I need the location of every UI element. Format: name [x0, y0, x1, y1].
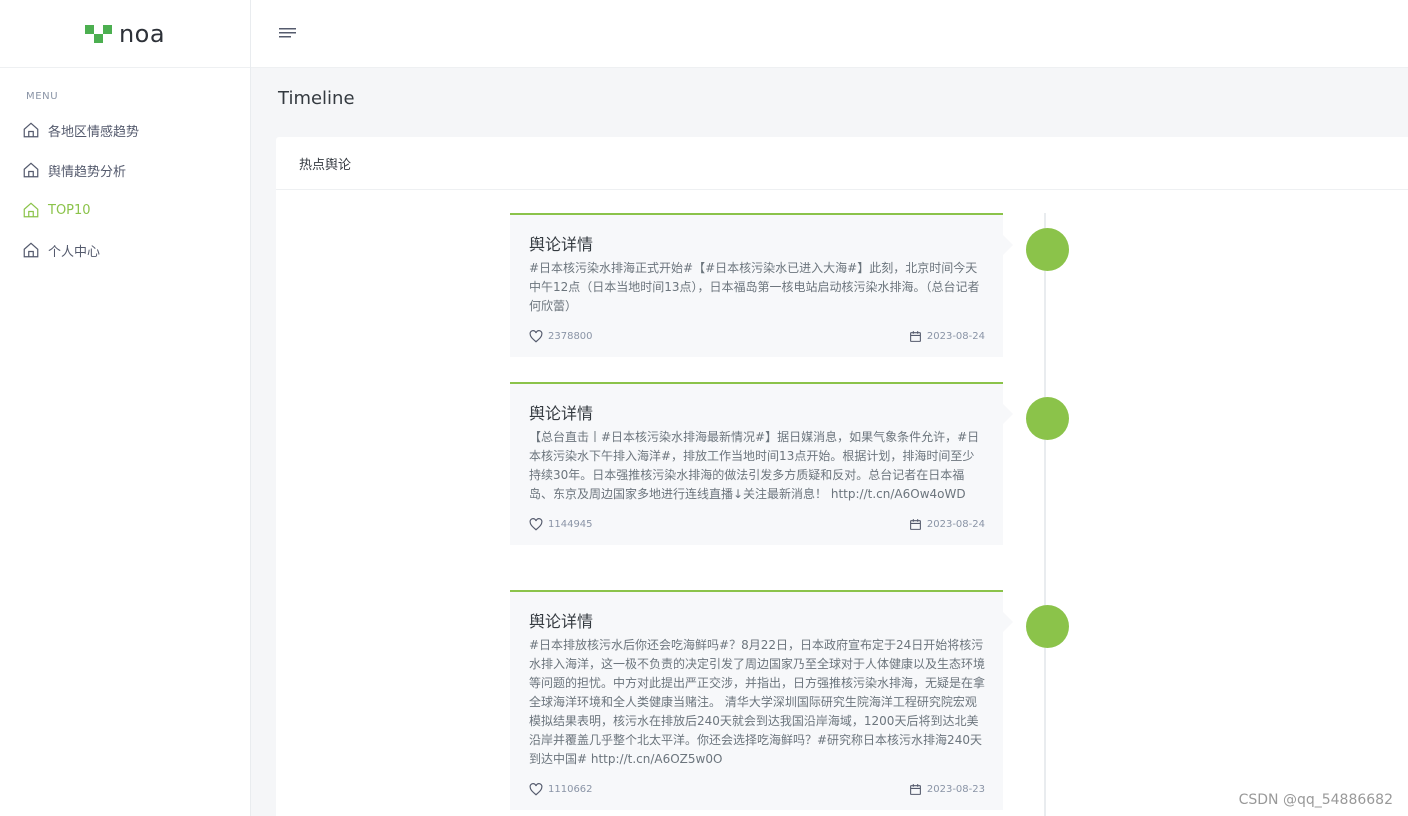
hamburger-menu-icon[interactable] [279, 27, 297, 41]
calendar-icon [909, 331, 921, 342]
logo-icon [84, 24, 115, 43]
event-date: 2023-08-24 [909, 330, 985, 343]
calendar-icon [909, 519, 921, 530]
sidebar-item-label: TOP10 [48, 202, 91, 218]
likes: 1144945 [529, 518, 593, 531]
card-title: 热点舆论 [276, 137, 1408, 190]
likes-count: 2378800 [548, 331, 593, 342]
date-text: 2023-08-23 [926, 784, 985, 795]
brand-logo[interactable]: noa [0, 0, 250, 68]
heart-icon [529, 330, 543, 343]
sidebar-item-label: 舆情趋势分析 [48, 164, 127, 180]
heart-icon [529, 518, 543, 531]
event-text: #日本排放核污水后你还会吃海鲜吗#？8月22日，日本政府宣布定于24日开始将核污… [529, 638, 986, 766]
home-icon [23, 242, 39, 258]
timeline-dot [1026, 605, 1069, 648]
likes-count: 1110662 [548, 784, 593, 795]
home-icon [23, 202, 39, 218]
likes: 1110662 [529, 783, 593, 796]
timeline-event: 舆论详情 #日本排放核污水后你还会吃海鲜吗#？8月22日，日本政府宣布定于24日… [510, 590, 1013, 810]
sidebar-item-region-sentiment[interactable]: 各地区情感趋势 [0, 110, 250, 150]
date-text: 2023-08-24 [926, 331, 985, 342]
timeline-event: 舆论详情 #日本核污染水排海正式开始#【#日本核污染水已进入大海#】此刻，北京时… [510, 213, 1013, 357]
heart-icon [529, 783, 543, 796]
likes-count: 1144945 [548, 519, 593, 530]
sidebar-item-label: 个人中心 [48, 244, 101, 260]
event-date: 2023-08-23 [909, 783, 985, 796]
sidebar-item-trend-analysis[interactable]: 舆情趋势分析 [0, 150, 250, 190]
event-text: 【总台直击丨#日本核污染水排海最新情况#】据日媒消息，如果气象条件允许，#日本核… [529, 430, 980, 501]
topbar [251, 0, 1408, 68]
calendar-icon [909, 784, 921, 795]
date-text: 2023-08-24 [926, 519, 985, 530]
likes: 2378800 [529, 330, 593, 343]
sidebar-item-label: 各地区情感趋势 [48, 124, 140, 140]
menu-section-title: MENU [26, 91, 59, 102]
timeline-card: 热点舆论 舆论详情 #日本核污染水排海正式开始#【#日本核污染水已进入大海#】此… [276, 137, 1408, 816]
brand-name: noa [118, 19, 166, 48]
timeline-line [1044, 213, 1046, 816]
sidebar: noa MENU 各地区情感趋势 舆情趋势分析 TOP10 个人中心 [0, 0, 251, 816]
timeline-dot [1026, 228, 1069, 271]
event-title: 舆论详情 [529, 612, 594, 631]
event-title: 舆论详情 [529, 235, 594, 254]
timeline-dot [1026, 397, 1069, 440]
watermark: CSDN @qq_54886682 [1238, 792, 1393, 808]
sidebar-item-profile[interactable]: 个人中心 [0, 230, 250, 270]
timeline-event: 舆论详情 【总台直击丨#日本核污染水排海最新情况#】据日媒消息，如果气象条件允许… [510, 382, 1013, 545]
event-title: 舆论详情 [529, 404, 594, 423]
home-icon [23, 122, 39, 138]
sidebar-menu: 各地区情感趋势 舆情趋势分析 TOP10 个人中心 [0, 110, 250, 270]
home-icon [23, 162, 39, 178]
event-text: #日本核污染水排海正式开始#【#日本核污染水已进入大海#】此刻，北京时间今天中午… [529, 261, 980, 313]
page-title: Timeline [278, 88, 355, 109]
event-date: 2023-08-24 [909, 518, 985, 531]
sidebar-item-top10[interactable]: TOP10 [0, 190, 250, 230]
